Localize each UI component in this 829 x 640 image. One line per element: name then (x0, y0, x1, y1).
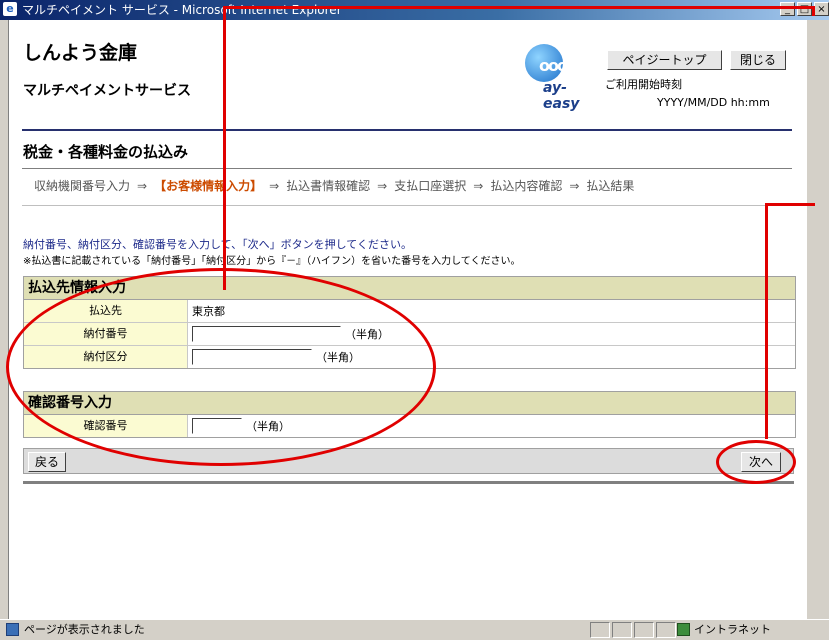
step-indicator: 収納機関番号入力 ⇒ 【お客様情報入力】 ⇒ 払込書情報確認 ⇒ 支払口座選択 ⇒ 払込内容確認… (34, 177, 634, 194)
step-1: 収納機関番号入力 (34, 179, 131, 193)
status-segment (612, 622, 632, 638)
step-arrow-icon: ⇒ (269, 179, 280, 193)
step-arrow-icon: ⇒ (473, 179, 484, 193)
status-segment (634, 622, 654, 638)
status-bar: ページが表示されました イントラネット (0, 619, 829, 640)
step-5: 払込内容確認 (490, 179, 563, 193)
window-title-bar: e マルチペイメント サービス - Microsoft Internet Exp… (0, 0, 829, 20)
steps-divider (22, 205, 792, 206)
step-6: 払込結果 (586, 179, 635, 193)
bottom-divider (23, 481, 794, 484)
instruction-text: 納付番号、納付区分、確認番号を入力して、「次へ」ボタンを押してください。 (23, 238, 412, 251)
step-arrow-icon: ⇒ (377, 179, 388, 193)
service-name: マルチペイメントサービス (23, 83, 191, 99)
intranet-zone-icon (677, 623, 690, 636)
status-segment (590, 622, 610, 638)
step-2-current: 【お客様情報入力】 (154, 179, 263, 193)
step-arrow-icon: ⇒ (569, 179, 580, 193)
step-3: 払込書情報確認 (286, 179, 371, 193)
login-time-label: ご利用開始時刻 (605, 78, 682, 91)
logo-dots-icon: ooo (539, 56, 568, 75)
window-controls: _ □ × (778, 2, 829, 16)
annotation-line (223, 8, 226, 290)
annotation-ellipse-form (6, 268, 436, 466)
maximize-button[interactable]: □ (797, 2, 812, 16)
step-4: 支払口座選択 (394, 179, 467, 193)
minimize-button[interactable]: _ (780, 2, 795, 16)
header-divider (22, 129, 792, 131)
page-icon (6, 623, 19, 636)
window-title: マルチペイメント サービス - Microsoft Internet Explo… (22, 3, 342, 17)
annotation-ellipse-next (716, 440, 796, 484)
pay-easy-top-button[interactable]: ペイジートップ (607, 50, 722, 70)
bank-name: しんよう金庫 (23, 42, 138, 64)
pay-easy-logo: ooo ay-easy (515, 38, 597, 112)
page-title: 税金・各種料金の払込み (23, 143, 189, 161)
annotation-line (765, 203, 768, 439)
close-window-button[interactable]: × (814, 2, 829, 16)
annotation-line (812, 6, 815, 16)
instruction-note: ※払込書に記載されている「納付番号」「納付区分」から『－』（ハイフン）を省いた番… (23, 256, 521, 267)
annotation-line (765, 203, 815, 206)
status-segment (656, 622, 676, 638)
login-time-value: YYYY/MM/DD hh:mm (657, 96, 770, 109)
scrollbar[interactable] (807, 20, 829, 619)
close-page-button[interactable]: 閉じる (730, 50, 786, 70)
title-divider (22, 168, 792, 169)
ie-icon: e (3, 2, 17, 16)
status-text: ページが表示されました (24, 623, 145, 636)
security-zone: イントラネット (694, 623, 771, 636)
back-button[interactable]: 戻る (28, 452, 66, 472)
logo-word: ay-easy (543, 80, 580, 112)
step-arrow-icon: ⇒ (137, 179, 148, 193)
annotation-line (223, 6, 815, 9)
